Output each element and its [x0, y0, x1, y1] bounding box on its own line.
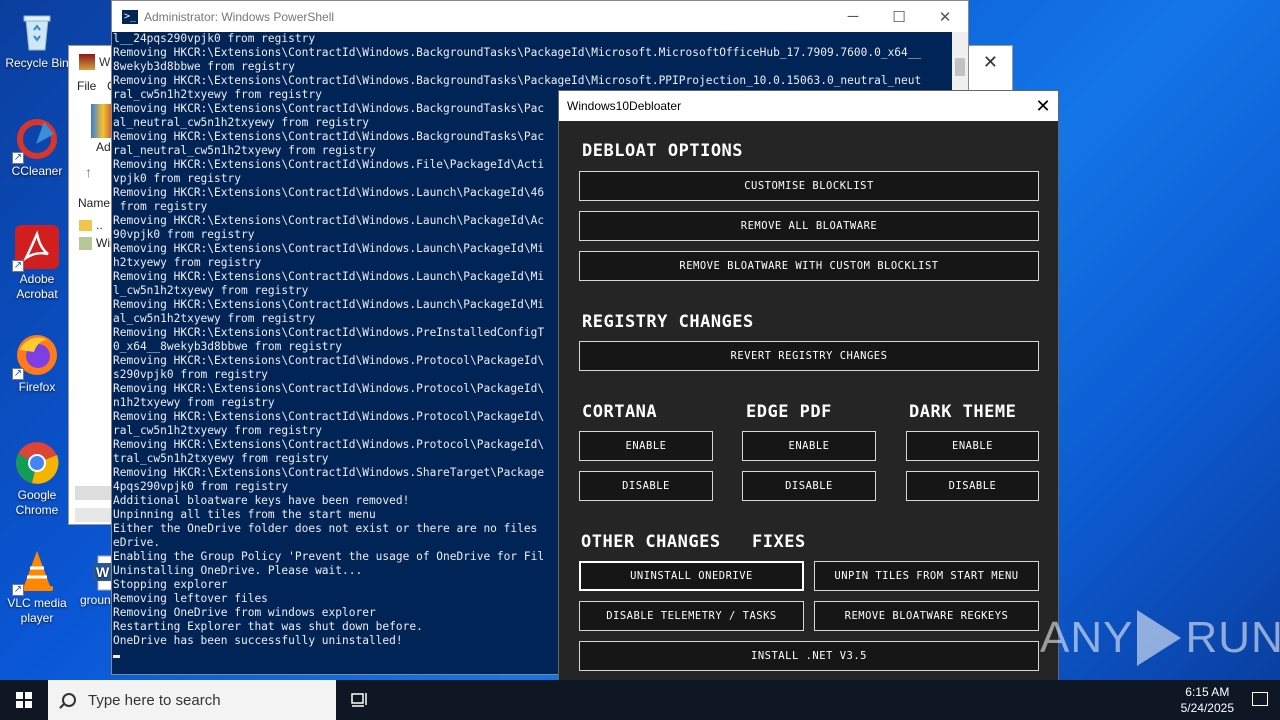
- section-fixes: FIXES: [752, 532, 806, 552]
- start-button[interactable]: [0, 680, 48, 720]
- watermark-text-right: RUN: [1185, 613, 1280, 662]
- close-icon[interactable]: ✕: [983, 52, 998, 73]
- desktop-icon-chrome[interactable]: Google Chrome: [0, 440, 74, 518]
- svg-text:W: W: [96, 564, 110, 580]
- status-bar: [75, 508, 115, 522]
- debloater-window[interactable]: Windows10Debloater ✕ DEBLOAT OPTIONS CUS…: [558, 90, 1059, 691]
- minimize-icon[interactable]: ─: [830, 1, 876, 32]
- clock-date: 5/24/2025: [1180, 701, 1234, 715]
- windows-logo-icon: [16, 692, 32, 708]
- chrome-icon: [14, 440, 60, 486]
- task-view-icon: [351, 693, 367, 707]
- desktop-icon-label: Recycle Bin: [5, 56, 69, 70]
- console-line: 8wekyb3d8bbwe from registry: [113, 60, 295, 73]
- section-other-changes: OTHER CHANGES: [581, 532, 721, 552]
- desktop-icon-vlc[interactable]: ↗ VLC media player: [0, 548, 74, 626]
- shortcut-arrow-icon: ↗: [12, 584, 24, 596]
- desktop-icon-label: Adobe Acrobat: [16, 272, 58, 301]
- task-view-button[interactable]: [336, 680, 384, 720]
- acrobat-icon: ↗: [12, 224, 60, 272]
- edge-pdf-disable-button[interactable]: DISABLE: [742, 471, 876, 501]
- section-edge-pdf: EDGE PDF: [746, 402, 832, 422]
- maximize-icon[interactable]: ☐: [876, 1, 922, 32]
- ccleaner-icon: ↗: [12, 116, 60, 164]
- window-title: Administrator: Windows PowerShell: [144, 9, 335, 24]
- clock-time: 6:15 AM: [1185, 685, 1230, 699]
- edge-pdf-enable-button[interactable]: ENABLE: [742, 431, 876, 461]
- shortcut-arrow-icon: ↗: [12, 152, 24, 164]
- desktop-icon-label: Firefox: [18, 380, 56, 394]
- notification-icon[interactable]: [1252, 692, 1268, 706]
- title-bar[interactable]: Windows10Debloater ✕: [559, 91, 1058, 121]
- desktop-icon-label: CCleaner: [11, 164, 63, 178]
- firefox-icon: ↗: [12, 332, 60, 380]
- toolbar-label[interactable]: Ad: [96, 140, 111, 154]
- remove-regkeys-button[interactable]: REMOVE BLOATWARE REGKEYS: [814, 601, 1039, 631]
- unpin-tiles-button[interactable]: UNPIN TILES FROM START MENU: [814, 561, 1039, 591]
- close-icon[interactable]: ✕: [1028, 91, 1058, 121]
- play-icon: [1137, 610, 1182, 666]
- close-icon[interactable]: ✕: [922, 1, 968, 32]
- desktop-icon-recycle-bin[interactable]: Recycle Bin: [0, 8, 74, 71]
- remove-all-bloatware-button[interactable]: REMOVE ALL BLOATWARE: [579, 211, 1039, 241]
- taskbar-search-box[interactable]: Type here to search: [48, 680, 336, 720]
- desktop-icon-acrobat[interactable]: ↗ Adobe Acrobat: [0, 224, 74, 302]
- folder-icon: [79, 220, 92, 232]
- menu-file[interactable]: File: [77, 79, 96, 93]
- shortcut-arrow-icon: ↗: [12, 368, 24, 380]
- horizontal-scrollbar[interactable]: [75, 486, 115, 500]
- window-title: Windows10Debloater: [567, 99, 682, 113]
- scrollbar-thumb[interactable]: [955, 58, 965, 76]
- console-line: Removing HKCR:\Extensions\ContractId\Win…: [113, 74, 922, 87]
- uninstall-onedrive-button[interactable]: UNINSTALL ONEDRIVE: [579, 561, 804, 591]
- remove-custom-blocklist-button[interactable]: REMOVE BLOATWARE WITH CUSTOM BLOCKLIST: [579, 251, 1039, 281]
- dark-theme-disable-button[interactable]: DISABLE: [906, 471, 1039, 501]
- shortcut-arrow-icon: ↗: [12, 260, 24, 272]
- system-clock[interactable]: 6:15 AM 5/24/2025: [1181, 680, 1234, 720]
- dark-theme-enable-button[interactable]: ENABLE: [906, 431, 1039, 461]
- anyrun-watermark: ANY RUN: [1040, 610, 1280, 666]
- taskbar: Type here to search 6:15 AM 5/24/2025: [0, 680, 1280, 720]
- list-item[interactable]: ..: [79, 218, 103, 232]
- title-bar[interactable]: >_ Administrator: Windows PowerShell ─ ☐…: [112, 1, 968, 32]
- watermark-text-left: ANY: [1040, 613, 1134, 662]
- console-line: Removing HKCR:\Extensions\ContractId\Win…: [113, 46, 922, 59]
- vertical-scrollbar[interactable]: [952, 32, 968, 92]
- cortana-disable-button[interactable]: DISABLE: [579, 471, 713, 501]
- section-dark-theme: DARK THEME: [909, 402, 1017, 422]
- section-cortana: CORTANA: [582, 402, 658, 422]
- column-header-name[interactable]: Name: [78, 196, 110, 210]
- search-icon: [62, 693, 76, 707]
- section-registry-changes: REGISTRY CHANGES: [582, 312, 754, 332]
- console-line: l__24pqs290vpjk0 from registry: [113, 32, 316, 45]
- disable-telemetry-button[interactable]: DISABLE TELEMETRY / TASKS: [579, 601, 804, 631]
- desktop-icon-ccleaner[interactable]: ↗ CCleaner: [0, 116, 74, 179]
- file-list-pane: [73, 186, 113, 508]
- vlc-icon: ↗: [12, 548, 60, 596]
- desktop-icon-firefox[interactable]: ↗ Firefox: [0, 332, 74, 395]
- desktop-icon-label: VLC media player: [7, 596, 67, 625]
- desktop-icon-label: Google Chrome: [15, 488, 59, 517]
- section-debloat-options: DEBLOAT OPTIONS: [582, 141, 744, 161]
- customise-blocklist-button[interactable]: CUSTOMISE BLOCKLIST: [579, 171, 1039, 201]
- winrar-icon: [79, 54, 95, 70]
- powershell-icon: >_: [122, 9, 138, 24]
- cortana-enable-button[interactable]: ENABLE: [579, 431, 713, 461]
- list-item-label: ..: [96, 218, 103, 232]
- file-icon: [79, 237, 92, 251]
- recycle-bin-icon: [14, 8, 60, 54]
- install-net-button[interactable]: INSTALL .NET V3.5: [579, 641, 1039, 671]
- up-arrow-icon[interactable]: ↑: [85, 164, 92, 180]
- search-placeholder: Type here to search: [88, 691, 221, 709]
- revert-registry-button[interactable]: REVERT REGISTRY CHANGES: [579, 341, 1039, 371]
- text-cursor: [113, 655, 120, 658]
